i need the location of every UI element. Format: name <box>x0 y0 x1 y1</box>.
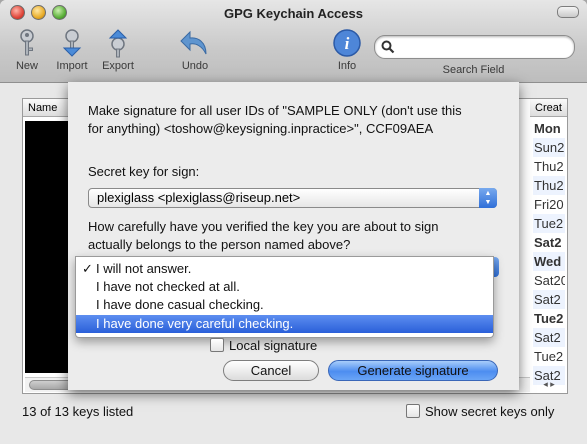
info-icon: i <box>333 29 361 57</box>
generate-signature-button[interactable]: Generate signature <box>328 360 498 381</box>
table-row[interactable]: Wed <box>533 252 565 271</box>
option-label: I have done very careful checking. <box>96 316 294 331</box>
key-export-icon <box>108 29 128 58</box>
table-row[interactable]: Sat20 <box>533 271 565 290</box>
menu-item-casual[interactable]: I have done casual checking. <box>76 296 493 314</box>
svg-text:i: i <box>345 34 350 53</box>
table-row[interactable]: Sat2 <box>533 328 565 347</box>
info-label: Info <box>337 60 357 72</box>
table-row[interactable]: Tue2 <box>533 309 565 328</box>
local-signature-label: Local signature <box>229 338 318 353</box>
key-new-icon <box>20 29 34 56</box>
key-import-icon <box>62 29 82 57</box>
verify-question-line1: How carefully have you verified the key … <box>88 219 439 234</box>
table-row[interactable]: Fri20 <box>533 195 565 214</box>
search-icon <box>381 40 395 54</box>
new-button[interactable]: New <box>12 28 42 72</box>
option-label: I have done casual checking. <box>96 297 264 312</box>
table-row[interactable]: Sat2 <box>533 290 565 309</box>
local-signature-checkbox[interactable]: Local signature <box>210 338 317 353</box>
checkbox-box[interactable] <box>210 338 224 352</box>
search-field-label: Search Field <box>442 64 505 76</box>
import-button[interactable]: Import <box>52 28 92 72</box>
toolbar-toggle-button[interactable] <box>557 6 579 18</box>
import-label: Import <box>56 60 88 72</box>
option-label: I have not checked at all. <box>96 279 240 294</box>
secret-key-popup[interactable]: plexiglass <plexiglass@riseup.net> ▲ ▼ <box>88 188 497 208</box>
sign-message-line1: Make signature for all user IDs of "SAMP… <box>88 103 462 118</box>
created-column: Mon Sun2 Thu2 Thu2 Fri20 Tue2 Sat2 Wed Sat20 Sat2… <box>533 119 565 385</box>
menu-item-not-checked[interactable]: I have not checked at all. <box>76 278 493 296</box>
table-row[interactable]: Thu2 <box>533 157 565 176</box>
table-row[interactable]: Sat2 <box>533 233 565 252</box>
option-label: I will not answer. <box>96 261 192 276</box>
secret-key-label: Secret key for sign: <box>88 164 200 179</box>
undo-button[interactable]: Undo <box>176 28 214 72</box>
info-button[interactable]: i Info <box>330 28 364 72</box>
verify-question-line2: actually belongs to the person named abo… <box>88 237 351 252</box>
undo-arrow-icon <box>180 30 207 55</box>
search-input[interactable] <box>374 35 575 59</box>
new-label: New <box>15 60 38 72</box>
redacted-names <box>25 121 71 373</box>
column-header-created[interactable]: Creat <box>530 99 567 117</box>
checkbox-box[interactable] <box>406 404 420 418</box>
export-label: Export <box>102 60 134 72</box>
table-row[interactable]: Tue2 <box>533 214 565 233</box>
cancel-button[interactable]: Cancel <box>223 360 319 381</box>
check-mark-icon: ✓ <box>82 261 93 276</box>
table-row[interactable]: Tue2 <box>533 347 565 366</box>
keys-count: 13 of 13 keys listed <box>22 404 134 419</box>
sign-message-line2: for anything) <toshow@keysigning.inpract… <box>88 121 434 136</box>
verification-level-menu[interactable]: ✓ I will not answer. I have not checked … <box>75 256 494 338</box>
table-row[interactable]: Sun2 <box>533 138 565 157</box>
window-title: GPG Keychain Access <box>224 6 363 21</box>
undo-label: Undo <box>181 60 209 72</box>
secret-key-value: plexiglass <plexiglass@riseup.net> <box>97 190 301 205</box>
table-row[interactable]: Thu2 <box>533 176 565 195</box>
scroll-arrows[interactable]: ◂ ▸ <box>533 377 565 391</box>
table-row[interactable]: Mon <box>533 119 565 138</box>
main-window: GPG Keychain Access New Import Export Un… <box>0 0 587 444</box>
popup-arrows-icon: ▲ ▼ <box>479 188 497 208</box>
menu-item-no-answer[interactable]: ✓ I will not answer. <box>76 260 493 278</box>
menu-item-careful[interactable]: I have done very careful checking. <box>76 315 493 333</box>
export-button[interactable]: Export <box>98 28 138 72</box>
show-secret-checkbox[interactable]: Show secret keys only <box>406 404 554 419</box>
show-secret-label: Show secret keys only <box>425 404 555 419</box>
